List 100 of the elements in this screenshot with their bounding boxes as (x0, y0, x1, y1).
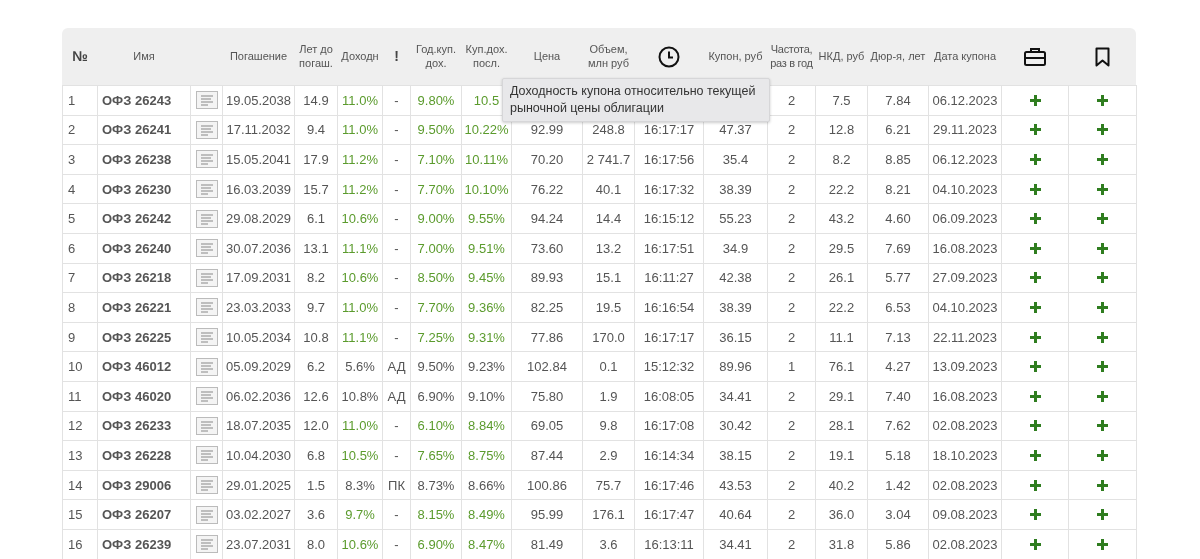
column-header[interactable]: Цена (513, 49, 581, 64)
add-icon[interactable] (1029, 479, 1041, 491)
table-cell: 10.22% (464, 122, 509, 138)
add-icon[interactable] (1097, 538, 1108, 550)
add-icon[interactable] (1097, 331, 1108, 343)
table-cell: 29.5 (828, 240, 855, 256)
add-icon[interactable] (1097, 301, 1108, 313)
table-cell: 2 (787, 122, 796, 138)
add-icon[interactable] (1097, 420, 1108, 432)
add-icon[interactable] (1097, 124, 1108, 136)
add-icon[interactable] (1029, 420, 1041, 432)
add-icon[interactable] (1029, 124, 1041, 136)
add-icon[interactable] (1029, 183, 1041, 195)
add-icon[interactable] (1097, 94, 1108, 106)
table-cell: 03.02.2027 (225, 507, 292, 523)
add-icon[interactable] (1029, 213, 1041, 225)
add-icon[interactable] (1029, 272, 1041, 284)
column-header[interactable]: Имя (99, 49, 189, 64)
table-cell: 04.10.2023 (932, 299, 998, 315)
table-cell: 102.84 (527, 359, 567, 375)
add-icon[interactable] (1029, 449, 1041, 461)
table-cell: 29.01.2025 (225, 477, 292, 493)
table-cell: - (394, 418, 399, 434)
column-header[interactable]: Купон, руб (705, 49, 766, 64)
table-cell: 9.80% (417, 92, 455, 108)
table-cell: 8.0 (306, 536, 326, 552)
table-cell: 9.50% (417, 359, 455, 375)
add-icon[interactable] (1097, 154, 1108, 165)
table-cell: 02.08.2023 (932, 418, 998, 434)
table-cell: 13 (68, 447, 83, 463)
briefcase-icon[interactable] (1024, 47, 1046, 66)
table-cell: 16:13:11 (644, 536, 694, 552)
table-cell: 6.8 (306, 447, 326, 463)
table-cell: 10.8% (341, 388, 379, 404)
table-cell: 15:12:32 (643, 359, 695, 375)
add-icon[interactable] (1097, 213, 1108, 225)
add-icon[interactable] (1029, 331, 1041, 343)
table-cell: 9.50% (417, 122, 455, 138)
table-cell: 8.75% (468, 447, 505, 463)
table-cell: - (394, 299, 399, 315)
table-cell: - (394, 181, 399, 197)
table-cell: 10.6% (341, 270, 379, 286)
column-header[interactable]: Погашение (224, 49, 293, 64)
table-cell: 26.1 (828, 270, 855, 286)
column-header[interactable]: № (64, 47, 96, 66)
table-cell: 36.15 (719, 329, 752, 345)
table-cell: 31.8 (828, 536, 855, 552)
table-cell: 2 (787, 92, 796, 108)
column-header[interactable]: Частота, раз в год (767, 42, 816, 71)
column-header[interactable]: Объем, млн руб (584, 42, 633, 71)
add-icon[interactable] (1097, 242, 1108, 254)
add-icon[interactable] (1097, 272, 1108, 284)
table-cell: 34.9 (722, 240, 749, 256)
table-cell: 17.11.2032 (226, 122, 291, 138)
table-cell: 12 (68, 418, 83, 434)
column-header[interactable]: Дата купона (930, 49, 1000, 64)
column-header[interactable]: ! (384, 47, 409, 66)
add-icon[interactable] (1029, 301, 1041, 313)
table-cell: 73.60 (530, 240, 564, 256)
table-cell: 2 (787, 299, 796, 315)
add-icon[interactable] (1029, 509, 1041, 521)
add-icon[interactable] (1097, 449, 1108, 461)
column-header[interactable]: Доходн (339, 49, 381, 64)
bookmark-icon[interactable] (1095, 46, 1110, 67)
add-icon[interactable] (1029, 242, 1041, 254)
table-cell: 38.39 (719, 181, 752, 197)
table-cell: 70.20 (530, 152, 564, 167)
table-cell: 1.42 (885, 477, 911, 493)
add-icon[interactable] (1097, 509, 1108, 521)
table-cell: 11.0% (342, 92, 378, 108)
table-cell: 7.13 (885, 329, 911, 345)
add-icon[interactable] (1029, 538, 1041, 550)
table-cell: 100.86 (527, 477, 567, 493)
table-cell: 12.0 (303, 418, 329, 434)
add-icon[interactable] (1097, 183, 1108, 195)
table-cell: 22.2 (828, 299, 855, 315)
table-cell: 16:17:46 (643, 477, 695, 493)
add-icon[interactable] (1097, 479, 1108, 491)
add-icon[interactable] (1029, 361, 1041, 373)
column-header[interactable]: Лет до погаш. (296, 42, 336, 71)
add-icon[interactable] (1029, 94, 1041, 106)
table-cell: 14 (68, 477, 83, 493)
column-header[interactable]: Год.куп. дох. (412, 42, 460, 71)
column-header[interactable]: НКД, руб (817, 49, 866, 64)
table-cell: 10.11% (464, 152, 509, 167)
table-cell: 15.05.2041 (225, 152, 292, 167)
column-header[interactable]: Дюр-я, лет (869, 49, 927, 64)
add-icon[interactable] (1029, 390, 1041, 402)
table-cell: 11.2% (342, 152, 378, 167)
table-cell: 38.15 (719, 447, 752, 463)
column-header[interactable]: Куп.дох. посл. (463, 42, 510, 71)
table-cell: 17.9 (303, 152, 329, 167)
add-icon[interactable] (1029, 154, 1041, 165)
table-cell: 34.41 (719, 536, 752, 552)
add-icon[interactable] (1097, 361, 1108, 373)
table-cell: 1.9 (599, 388, 618, 404)
table-cell: 19.1 (828, 447, 855, 463)
table-cell: 77.86 (530, 329, 564, 345)
table-cell: 5.86 (885, 536, 911, 552)
add-icon[interactable] (1097, 390, 1108, 402)
